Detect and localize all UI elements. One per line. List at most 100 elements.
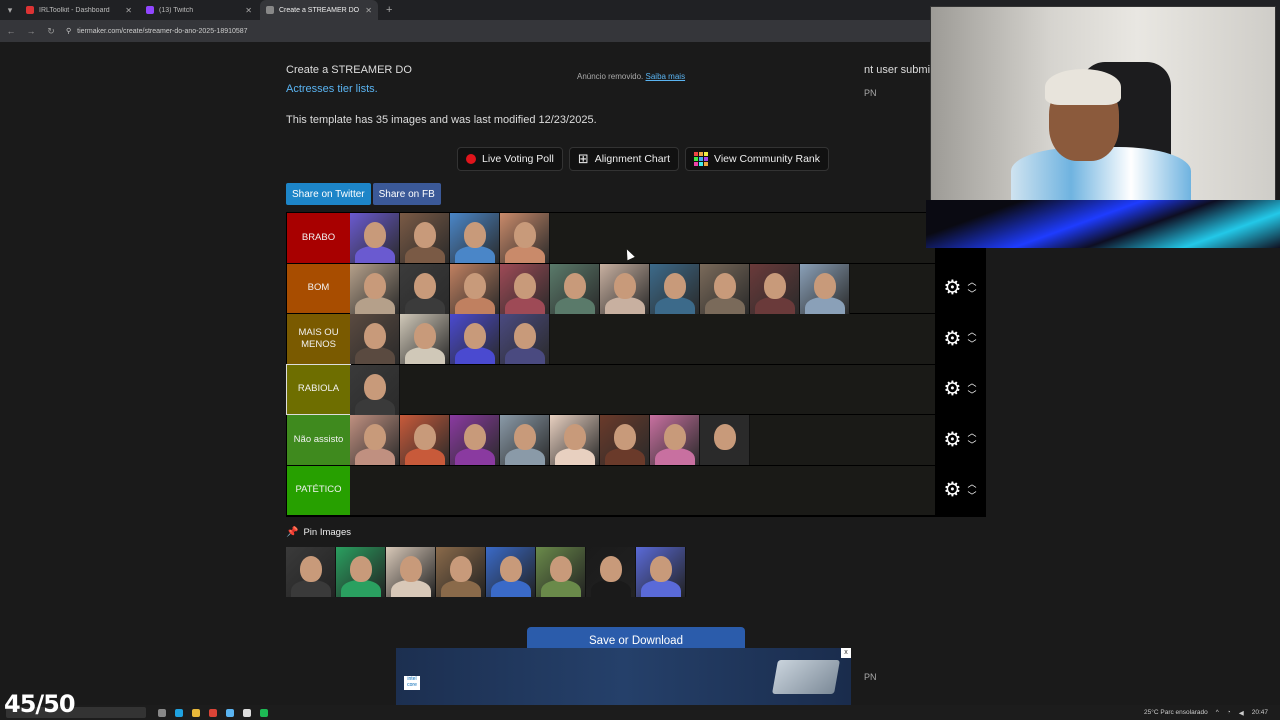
pin-image[interactable] (486, 547, 536, 597)
pin-image[interactable] (386, 547, 436, 597)
tier-item-image[interactable] (550, 415, 600, 465)
tier-items[interactable] (350, 466, 935, 516)
pin-image[interactable] (636, 547, 686, 597)
chevron-down-icon[interactable]: ﹀ (967, 491, 976, 501)
tier-item-image[interactable] (350, 263, 400, 314)
tier-label[interactable]: PATÉTICO (287, 465, 350, 515)
community-rank-button[interactable]: View Community Rank (685, 147, 830, 171)
tab-irltoolkit[interactable]: IRLToolkit - Dashboard ✕ (20, 0, 138, 20)
face-body (405, 347, 445, 364)
tier-item-image[interactable] (750, 263, 800, 314)
save-download-button[interactable]: Save or Download (527, 627, 745, 648)
chevron-down-icon[interactable]: ﹀ (967, 390, 976, 400)
pin-images-header[interactable]: 📌 Pin Images (286, 527, 351, 538)
tier-item-image[interactable] (450, 263, 500, 314)
gear-icon[interactable]: ⚙ (944, 430, 962, 450)
tier-item-image[interactable] (700, 263, 750, 314)
tier-items[interactable] (350, 263, 935, 314)
close-icon[interactable]: ✕ (365, 6, 372, 15)
tray-chevron-icon[interactable]: ^ (1216, 709, 1219, 716)
chevron-down-icon[interactable]: ﹀ (967, 441, 976, 450)
chevron-up-icon[interactable]: ︿ (967, 328, 976, 337)
ad-close-icon[interactable]: x (841, 648, 851, 658)
tier-items[interactable] (350, 213, 935, 263)
tier-item-image[interactable] (400, 213, 450, 263)
pin-image[interactable] (536, 547, 586, 597)
volume-icon[interactable]: ◀ (1239, 709, 1244, 717)
forward-icon[interactable]: → (26, 26, 36, 36)
chevron-down-icon[interactable]: ﹀ (967, 289, 976, 299)
actresses-link[interactable]: Actresses tier lists. (286, 83, 378, 95)
tier-item-image[interactable] (500, 263, 550, 314)
obs-icon[interactable] (243, 708, 251, 717)
tier-item-image[interactable] (350, 314, 400, 364)
tier-label[interactable]: BOM (287, 263, 350, 313)
tier-item-image[interactable] (650, 263, 700, 314)
gear-icon[interactable]: ⚙ (944, 379, 962, 399)
weather-text[interactable]: 25°C Parc ensolarado (1144, 709, 1208, 716)
task-view-icon[interactable] (158, 708, 166, 717)
face-head (764, 272, 786, 299)
tab-list-icon[interactable]: ▾ (0, 0, 20, 20)
tier-label[interactable]: Não assisto (287, 415, 350, 465)
chevron-up-icon[interactable]: ︿ (967, 378, 976, 388)
tier-item-image[interactable] (450, 314, 500, 364)
close-icon[interactable]: ✕ (245, 6, 252, 15)
new-tab-button[interactable]: + (380, 0, 398, 20)
tier-item-image[interactable] (500, 314, 550, 364)
chrome-icon[interactable] (209, 708, 217, 717)
live-voting-button[interactable]: Live Voting Poll (457, 147, 563, 171)
chevron-up-icon[interactable]: ︿ (967, 277, 976, 287)
tier-item-image[interactable] (600, 415, 650, 465)
tier-item-image[interactable] (400, 415, 450, 465)
edge-icon[interactable] (175, 708, 183, 717)
tier-item-image[interactable] (600, 263, 650, 314)
tier-item-image[interactable] (400, 314, 450, 364)
tier-items[interactable] (350, 314, 935, 364)
chevron-up-icon[interactable]: ︿ (967, 479, 976, 489)
url-field[interactable]: ⚲ tiermaker.com/create/streamer-do-ano-2… (66, 27, 248, 36)
explorer-icon[interactable] (192, 708, 200, 717)
tier-label[interactable]: MAIS OU MENOS (287, 314, 350, 364)
tab-tiermaker[interactable]: Create a STREAMER DO ANO 2025 ✕ (260, 0, 378, 20)
app-icon[interactable] (226, 708, 234, 717)
pin-image[interactable] (286, 547, 336, 597)
pin-image[interactable] (336, 547, 386, 597)
tier-item-image[interactable] (450, 415, 500, 465)
tab-twitch[interactable]: (13) Twitch ✕ (140, 0, 258, 20)
tier-item-image[interactable] (400, 263, 450, 314)
tier-item-image[interactable] (800, 263, 850, 314)
chevron-up-icon[interactable]: ︿ (967, 429, 976, 438)
share-facebook-button[interactable]: Share on FB (372, 183, 441, 205)
tier-item-image[interactable] (350, 364, 400, 415)
tier-item-image[interactable] (450, 213, 500, 263)
tier-item-image[interactable] (500, 213, 550, 263)
share-twitter-button[interactable]: Share on Twitter (286, 183, 371, 205)
ad-learn-more-link[interactable]: Saiba mais (646, 72, 686, 81)
reload-icon[interactable]: ↻ (46, 26, 56, 37)
tier-items[interactable] (350, 364, 935, 415)
back-icon[interactable]: ← (6, 26, 16, 36)
tier-item-image[interactable] (500, 415, 550, 465)
tier-items[interactable] (350, 415, 935, 465)
spotify-icon[interactable] (260, 708, 268, 717)
wifi-icon[interactable]: ◔ (1227, 709, 1231, 716)
pin-image[interactable] (436, 547, 486, 597)
tier-item-image[interactable] (350, 213, 400, 263)
site-info-icon[interactable]: ⚲ (66, 27, 71, 35)
bottom-ad-banner[interactable]: intel core x (396, 648, 851, 705)
tier-item-image[interactable] (650, 415, 700, 465)
tier-label[interactable]: RABIOLA (286, 363, 351, 415)
gear-icon[interactable]: ⚙ (944, 278, 962, 298)
close-icon[interactable]: ✕ (125, 6, 132, 15)
gear-icon[interactable]: ⚙ (944, 329, 962, 349)
alignment-chart-button[interactable]: ⊞ Alignment Chart (568, 147, 680, 171)
pin-image[interactable] (586, 547, 636, 597)
tier-item-image[interactable] (700, 415, 750, 465)
tier-label[interactable]: BRABO (287, 213, 350, 263)
tier-item-image[interactable] (350, 415, 400, 465)
tier-item-image[interactable] (550, 263, 600, 314)
chevron-down-icon[interactable]: ﹀ (967, 340, 976, 349)
gear-icon[interactable]: ⚙ (944, 480, 962, 500)
clock[interactable]: 20:47 (1252, 709, 1268, 716)
